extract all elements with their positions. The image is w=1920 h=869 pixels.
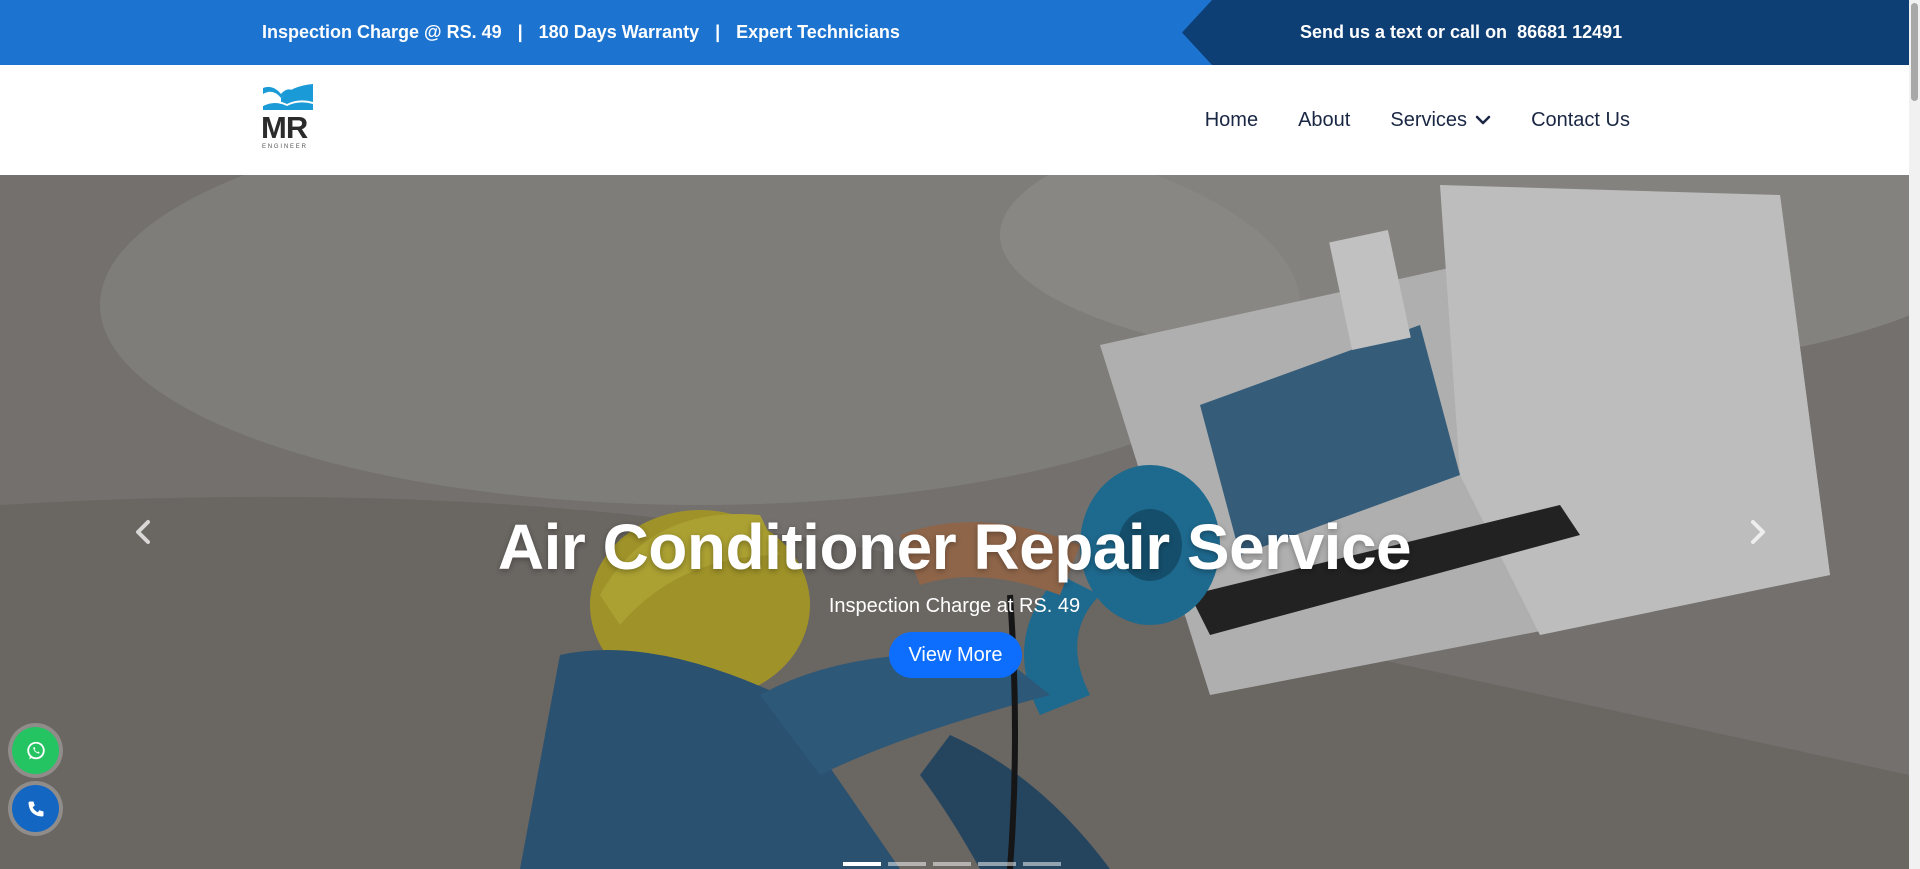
whatsapp-icon	[26, 741, 45, 759]
call-button[interactable]	[12, 785, 59, 832]
nav-home-label: Home	[1204, 108, 1259, 131]
highlight-technicians: Expert Technicians	[736, 22, 900, 42]
top-bar-highlights: Inspection Charge @ RS. 49 | 180 Days Wa…	[262, 0, 900, 65]
nav-contact[interactable]: Contact Us	[1531, 109, 1630, 132]
hero-title: Air Conditioner Repair Service	[497, 511, 1412, 583]
scrollbar-thumb[interactable]	[1911, 3, 1918, 101]
separator: |	[715, 22, 721, 42]
highlight-inspection-charge: Inspection Charge @ RS. 49	[262, 22, 502, 42]
call-info: Send us a text or call on 86681 12491	[1300, 0, 1622, 65]
nav-about[interactable]: About	[1298, 109, 1350, 132]
site-header: MR ENGINEER Home About Services Contact …	[0, 65, 1909, 175]
nav-home[interactable]: Home	[1205, 109, 1258, 132]
view-more-button[interactable]: View More	[889, 632, 1022, 678]
separator: |	[517, 22, 523, 42]
logo-tagline: ENGINEER	[262, 144, 308, 150]
main-nav: Home About Services Contact Us	[1205, 65, 1630, 175]
logo-mark-icon	[263, 84, 313, 110]
chevron-down-icon	[1475, 115, 1491, 125]
carousel-indicator[interactable]	[978, 862, 1016, 866]
top-bar-contact: Send us a text or call on 86681 12491	[1182, 0, 1909, 65]
site-logo[interactable]: MR ENGINEER	[261, 82, 315, 158]
phone-icon	[28, 801, 43, 816]
carousel-indicator[interactable]	[1023, 862, 1061, 866]
nav-services-label: Services	[1390, 108, 1468, 131]
whatsapp-button[interactable]	[12, 727, 59, 774]
hero-carousel: Air Conditioner Repair Service Inspectio…	[0, 175, 1909, 869]
nav-services[interactable]: Services	[1390, 109, 1491, 132]
hero-subtitle: Inspection Charge at RS. 49	[828, 595, 1081, 617]
page-scrollbar[interactable]	[1909, 0, 1920, 869]
carousel-indicator[interactable]	[843, 862, 881, 866]
carousel-indicator[interactable]	[888, 862, 926, 866]
nav-about-label: About	[1298, 108, 1351, 131]
call-text: Send us a text or call on	[1300, 22, 1508, 42]
logo-text: MR	[261, 110, 308, 145]
phone-number-link[interactable]: 86681 12491	[1517, 22, 1622, 43]
nav-contact-label: Contact Us	[1531, 108, 1630, 131]
carousel-indicator[interactable]	[933, 862, 971, 866]
carousel-indicators	[843, 862, 1068, 866]
highlight-warranty: 180 Days Warranty	[538, 22, 700, 42]
top-bar: Inspection Charge @ RS. 49 | 180 Days Wa…	[0, 0, 1909, 65]
